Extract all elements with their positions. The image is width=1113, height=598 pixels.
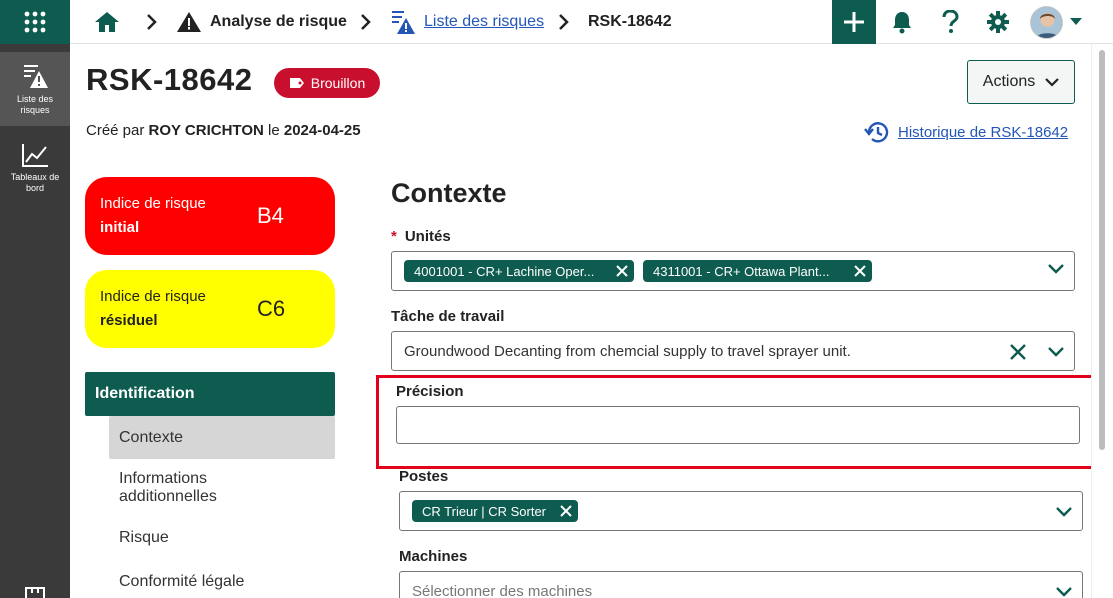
risk-index-initial-card: Indice de risque initial B4: [85, 177, 335, 255]
risk-index-residual-value: C6: [257, 296, 286, 321]
units-label: * Unités: [391, 228, 451, 245]
gear-icon: [987, 11, 1009, 33]
poste-chip: CR Trieur | CR Sorter: [412, 500, 578, 522]
status-badge-label: Brouillon: [310, 75, 366, 91]
actions-button[interactable]: Actions: [967, 60, 1075, 104]
notifications-button[interactable]: [890, 10, 914, 34]
page-title: RSK-18642: [86, 62, 253, 97]
machines-select[interactable]: Sélectionner des machines: [399, 571, 1083, 598]
created-date: 2024-04-25: [283, 122, 361, 139]
settings-button[interactable]: [986, 10, 1010, 34]
nav-group-identification[interactable]: Identification: [85, 372, 335, 416]
app-launcher-button[interactable]: [0, 0, 70, 44]
poste-chip-label: CR Trieur | CR Sorter: [422, 503, 547, 519]
rail-item-risk-list[interactable]: Liste des risques: [0, 52, 70, 126]
machines-placeholder: Sélectionner des machines: [412, 583, 593, 598]
unit-chip-label: 4311001 - CR+ Ottawa Plant...: [653, 263, 830, 279]
rail-item-dashboards[interactable]: Tableaux de bord: [0, 142, 70, 202]
risk-index-initial-value: B4: [257, 203, 284, 228]
history-link[interactable]: Historique de RSK-18642: [864, 120, 1068, 144]
rail-item-label: Liste des risques: [16, 94, 54, 115]
risk-index-residual-label: Indice de risque résiduel: [100, 285, 250, 333]
chevron-down-icon[interactable]: [1056, 507, 1072, 517]
list-warning-icon: [392, 11, 415, 34]
help-button[interactable]: [938, 10, 962, 34]
ruler-icon: [25, 587, 45, 598]
risk-index-line1: Indice de risque: [100, 195, 206, 212]
postes-multiselect[interactable]: CR Trieur | CR Sorter: [399, 491, 1083, 531]
machines-label: Machines: [399, 548, 468, 565]
chevron-down-icon: [1045, 77, 1060, 87]
close-icon[interactable]: [852, 263, 868, 279]
postes-label: Postes: [399, 468, 449, 485]
rail-item-label: Tableaux de bord: [10, 172, 60, 193]
close-icon[interactable]: [614, 263, 630, 279]
created-mid: le: [268, 122, 280, 139]
history-icon: [864, 122, 889, 143]
section-title: Contexte: [391, 178, 507, 208]
chevron-right-icon: [559, 14, 569, 30]
chevron-down-icon[interactable]: [1070, 18, 1082, 26]
list-warning-icon: [24, 65, 48, 88]
breadcrumb-risk-list-link[interactable]: Liste des risques: [424, 0, 544, 44]
grid-icon: [24, 11, 46, 33]
task-value: Groundwood Decanting from chemcial suppl…: [404, 343, 851, 360]
risk-index-line2: initial: [100, 219, 140, 236]
clear-icon[interactable]: [1009, 343, 1027, 361]
unit-chip: 4001001 - CR+ Lachine Oper...: [404, 260, 634, 282]
tag-icon: [289, 78, 304, 88]
created-prefix: Créé par: [86, 122, 145, 139]
unit-chip-label: 4001001 - CR+ Lachine Oper...: [414, 263, 595, 279]
units-multiselect[interactable]: 4001001 - CR+ Lachine Oper... 4311001 - …: [391, 251, 1075, 291]
chevron-down-icon[interactable]: [1048, 347, 1064, 357]
risk-index-line2: résiduel: [100, 312, 158, 329]
task-select[interactable]: Groundwood Decanting from chemcial suppl…: [391, 331, 1075, 371]
history-link-label: Historique de RSK-18642: [898, 123, 1069, 141]
status-badge: Brouillon: [274, 68, 380, 98]
breadcrumb-section[interactable]: Analyse de risque: [210, 0, 347, 44]
avatar[interactable]: [1030, 6, 1063, 39]
task-label: Tâche de travail: [391, 308, 505, 325]
chevron-right-icon: [147, 14, 157, 30]
nav-item-conformite-legale[interactable]: Conformité légale: [109, 573, 335, 591]
risk-index-initial-label: Indice de risque initial: [100, 192, 250, 240]
close-icon[interactable]: [558, 503, 574, 519]
unit-chip: 4311001 - CR+ Ottawa Plant...: [643, 260, 872, 282]
risk-index-residual-card: Indice de risque résiduel C6: [85, 270, 335, 348]
highlight-box: [376, 375, 1110, 469]
home-icon[interactable]: [94, 11, 120, 33]
chevron-down-icon[interactable]: [1048, 264, 1064, 274]
nav-item-contexte[interactable]: Contexte: [109, 416, 335, 459]
app: Liste des risques Tableaux de bord Analy…: [0, 0, 1113, 598]
plus-icon: [844, 12, 864, 32]
bell-icon: [893, 12, 911, 34]
nav-item-informations-additionnelles[interactable]: Informations additionnelles: [109, 470, 249, 506]
help-icon: [942, 10, 959, 33]
actions-button-label: Actions: [982, 73, 1036, 90]
units-label-text: Unités: [404, 228, 451, 245]
chevron-down-icon[interactable]: [1056, 587, 1072, 597]
breadcrumb-current: RSK-18642: [588, 13, 672, 30]
nav-item-risque[interactable]: Risque: [109, 529, 335, 547]
created-info: Créé par ROY CRICHTON le 2024-04-25: [86, 122, 361, 139]
add-button[interactable]: [832, 0, 876, 44]
risk-index-line1: Indice de risque: [100, 288, 206, 305]
scrollbar-thumb[interactable]: [1099, 50, 1105, 450]
chevron-right-icon: [361, 14, 371, 30]
required-mark: *: [391, 228, 397, 245]
line-chart-icon: [22, 144, 48, 167]
created-by: ROY CRICHTON: [148, 122, 264, 139]
warning-icon: [177, 12, 201, 32]
